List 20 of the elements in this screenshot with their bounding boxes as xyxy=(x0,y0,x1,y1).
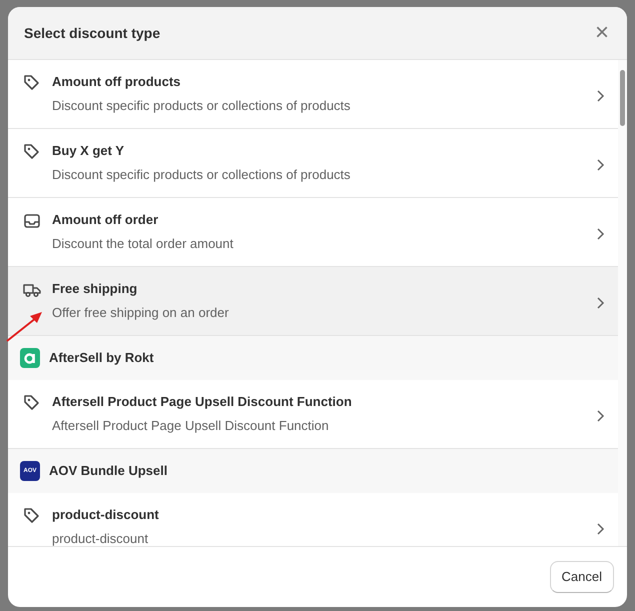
option-title: Aftersell Product Page Upsell Discount Function xyxy=(52,393,352,411)
option-title: product-discount xyxy=(52,506,159,524)
option-description: Discount the total order amount xyxy=(52,235,234,253)
discount-option[interactable]: Free shipping Offer free shipping on an order xyxy=(8,267,618,336)
option-description: Discount specific products or collections of products xyxy=(52,166,350,184)
scrollbar[interactable] xyxy=(618,60,627,546)
option-title: Amount off products xyxy=(52,73,182,91)
inbox-icon xyxy=(22,211,42,231)
option-description: Discount specific products or collections of products xyxy=(52,97,350,115)
close-button[interactable]: × xyxy=(592,21,611,45)
option-description: Aftersell Product Page Upsell Discount Function xyxy=(52,417,330,435)
option-title: Amount off order xyxy=(52,211,160,229)
option-description: product-discount xyxy=(52,530,150,546)
cancel-button[interactable]: Cancel xyxy=(550,561,614,593)
option-title: Free shipping xyxy=(52,280,138,298)
option-description: Offer free shipping on an order xyxy=(52,304,229,322)
app-name: AfterSell by Rokt xyxy=(49,349,154,367)
app-name: AOV Bundle Upsell xyxy=(49,462,168,480)
option-title: Buy X get Y xyxy=(52,142,126,160)
dialog-title: Select discount type xyxy=(24,24,160,43)
